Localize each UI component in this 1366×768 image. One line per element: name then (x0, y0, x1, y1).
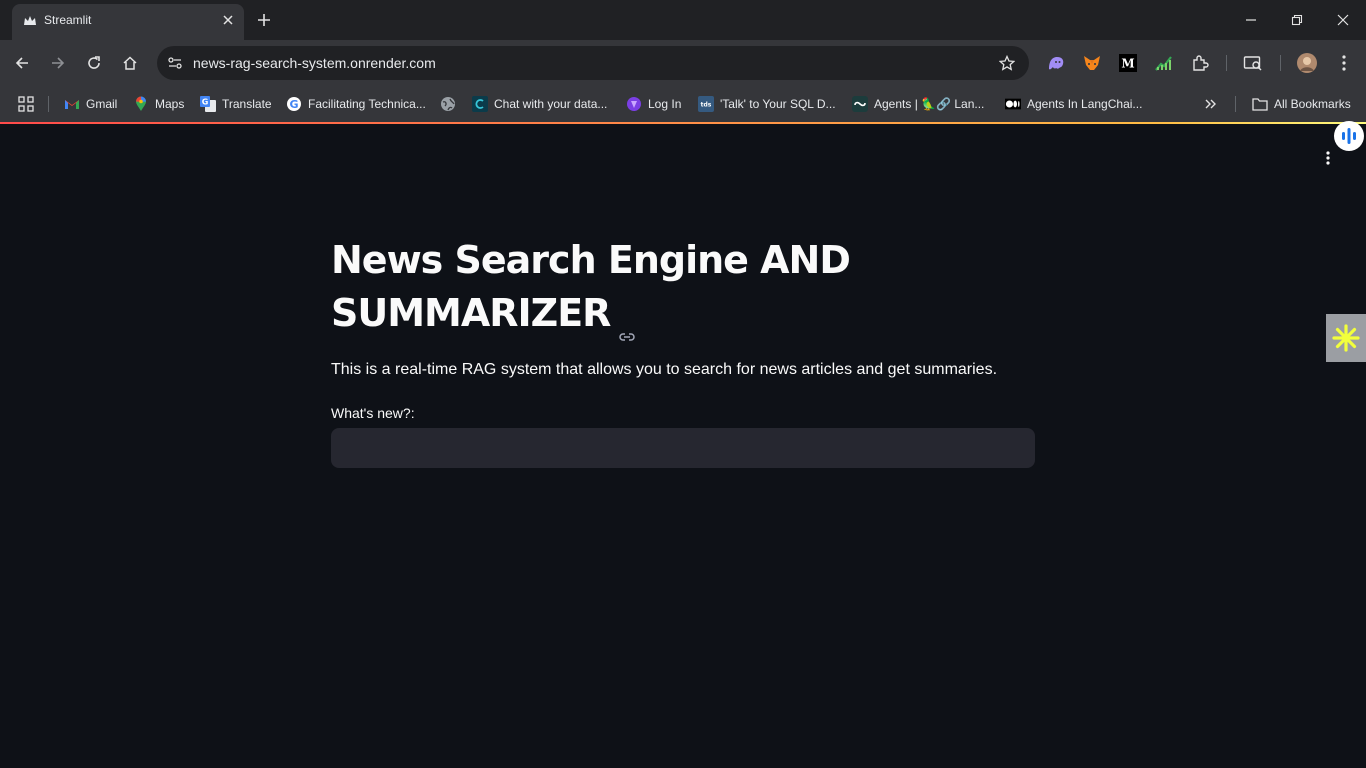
profile-avatar[interactable] (1297, 53, 1317, 73)
bookmark-gmail[interactable]: Gmail (64, 94, 117, 114)
medium-extension-icon[interactable]: M (1118, 53, 1138, 73)
bookmarks-bar: Gmail Maps G Translate G Facilitating Te… (0, 86, 1366, 122)
apps-grid-icon[interactable] (18, 94, 34, 114)
streamlit-crown-icon (22, 13, 38, 29)
medium-dots-icon (1005, 96, 1021, 112)
langchain-icon (852, 96, 868, 112)
globe-icon (440, 96, 456, 112)
bookmark-talk-to-sql[interactable]: tds 'Talk' to Your SQL D... (698, 94, 836, 114)
bookmark-star-icon[interactable] (997, 53, 1017, 73)
more-bookmarks-chevron-icon[interactable] (1204, 94, 1218, 114)
svg-text:tds: tds (701, 102, 712, 109)
bookmark-chat-with-data[interactable]: Chat with your data... (472, 94, 607, 114)
minimize-window-button[interactable] (1228, 0, 1274, 40)
search-input-label: What's new?: (331, 405, 415, 421)
bookmark-agents-langchain[interactable]: Agents | 🦜🔗 Lan... (852, 94, 984, 114)
toolbar-separator (1280, 55, 1281, 71)
side-widget-sparkle-icon[interactable] (1326, 314, 1366, 362)
app-description: This is a real-time RAG system that allo… (331, 361, 998, 378)
browser-toolbar: news-rag-search-system.onrender.com M (0, 40, 1366, 86)
extensions-puzzle-icon[interactable] (1190, 53, 1210, 73)
svg-text:G: G (289, 98, 298, 111)
svg-text:G: G (202, 98, 209, 107)
chart-extension-icon[interactable] (1154, 53, 1174, 73)
main-menu-icon[interactable] (1318, 148, 1338, 168)
tab-strip: Streamlit (0, 0, 1366, 40)
reload-button[interactable] (80, 49, 108, 77)
google-g-icon: G (286, 96, 302, 112)
tds-icon: tds (698, 96, 714, 112)
restore-window-button[interactable] (1274, 0, 1320, 40)
ghost-extension-icon[interactable] (1046, 53, 1066, 73)
gmail-icon (64, 96, 80, 112)
svg-text:M: M (1121, 57, 1134, 71)
url-text: news-rag-search-system.onrender.com (193, 55, 436, 71)
login-gem-icon (626, 96, 642, 112)
link-anchor-icon[interactable] (618, 307, 636, 341)
page-title: News Search Engine AND SUMMARIZER (331, 234, 931, 341)
tab-title: Streamlit (44, 13, 92, 27)
home-button[interactable] (116, 49, 144, 77)
chat-data-icon (472, 96, 488, 112)
metamask-fox-icon[interactable] (1082, 53, 1102, 73)
browser-tab-streamlit[interactable]: Streamlit (12, 4, 244, 40)
translate-icon: G (200, 96, 216, 112)
back-button[interactable] (8, 49, 36, 77)
site-info-icon[interactable] (163, 51, 187, 75)
news-search-input[interactable] (331, 428, 1035, 468)
close-tab-icon[interactable] (218, 10, 238, 30)
address-bar[interactable]: news-rag-search-system.onrender.com (157, 46, 1029, 80)
tab-search-icon[interactable] (1243, 53, 1263, 73)
browser-menu-icon[interactable] (1334, 53, 1354, 73)
close-window-button[interactable] (1320, 0, 1366, 40)
bookmark-log-in[interactable]: Log In (626, 94, 681, 114)
streamlit-decoration-bar (0, 122, 1366, 124)
maps-pin-icon (133, 96, 149, 112)
bookmarks-separator (48, 96, 49, 112)
bookmark-facilitating[interactable]: G Facilitating Technica... (286, 94, 426, 114)
voice-widget-icon[interactable] (1334, 121, 1364, 151)
all-bookmarks-folder[interactable]: All Bookmarks (1252, 94, 1351, 114)
bookmark-translate[interactable]: G Translate (200, 94, 272, 114)
streamlit-app: News Search Engine AND SUMMARIZER This i… (0, 121, 1366, 768)
folder-icon (1252, 96, 1268, 112)
toolbar-separator (1226, 55, 1227, 71)
new-tab-button[interactable] (252, 8, 276, 32)
bookmark-maps[interactable]: Maps (133, 94, 184, 114)
bookmarks-separator (1235, 96, 1236, 112)
bookmark-globe[interactable] (440, 94, 462, 114)
forward-button[interactable] (44, 49, 72, 77)
bookmark-agents-in-langchain[interactable]: Agents In LangChai... (1005, 94, 1142, 114)
